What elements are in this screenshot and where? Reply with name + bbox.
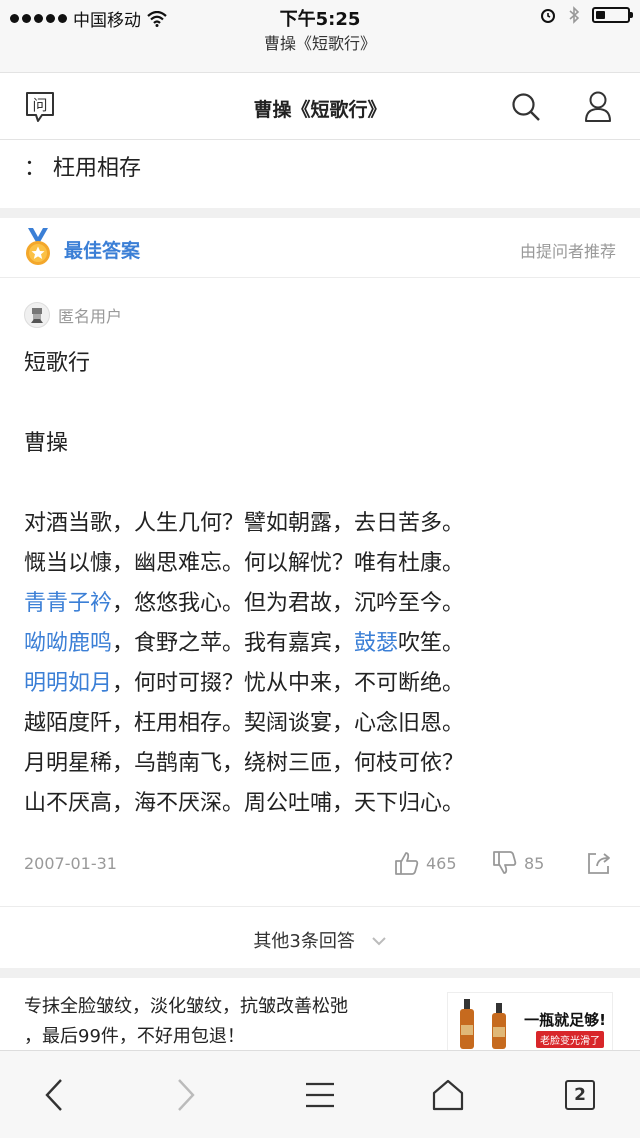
recommended-label: 由提问者推荐 <box>519 242 616 261</box>
thumbs-up-icon <box>395 852 419 875</box>
dislike-button[interactable]: 85 <box>492 850 544 876</box>
share-button[interactable] <box>586 850 612 876</box>
question-excerpt: ： 枉用相存 <box>24 156 141 181</box>
keyword-link[interactable]: 呦呦鹿鸣 <box>24 631 112 656</box>
tab-count: 2 <box>565 1080 595 1110</box>
ad-text-line1: 专抹全脸皱纹，淡化皱纹，抗皱改善松弛 <box>24 996 348 1017</box>
battery-icon <box>592 7 633 23</box>
poem-text: 吹笙。 <box>398 631 465 656</box>
poem-text: 越陌度阡，枉用相存。契阔谈宴，心念旧恩。 <box>24 711 465 736</box>
dislike-count: 85 <box>524 853 545 873</box>
poem-text: 慨当以慷，幽思难忘。何以解忧？唯有杜康。 <box>24 551 465 576</box>
ad-image[interactable]: 一瓶就足够! 老脸变光滑了 <box>447 992 613 1052</box>
user-name: 匿名用户 <box>58 307 123 326</box>
other-answers-label: 其他3条回答 <box>253 931 355 952</box>
search-icon[interactable] <box>506 87 546 127</box>
browser-toolbar: 2 <box>0 1050 640 1138</box>
section-divider <box>0 208 640 218</box>
poem-line: 越陌度阡，枉用相存。契阔谈宴，心念旧恩。 <box>24 704 624 744</box>
keyword-link[interactable]: 鼓瑟 <box>354 631 398 656</box>
tabs-button[interactable]: 2 <box>558 1073 602 1117</box>
share-icon <box>588 853 610 874</box>
answer-title: 短歌行 <box>24 351 91 376</box>
ad-text-line2: ，最后99件，不好用包退！ <box>24 1026 245 1047</box>
like-button[interactable]: 465 <box>394 850 457 876</box>
answer-date: 2007-01-31 <box>24 854 117 873</box>
poem-text: ，悠悠我心。但为君故，沉吟至今。 <box>112 591 465 616</box>
forward-icon[interactable] <box>164 1073 208 1117</box>
thumbs-down-icon <box>493 851 517 874</box>
url-title: 曹操《短歌行》 <box>263 34 376 53</box>
alarm-icon <box>541 9 555 23</box>
bluetooth-icon <box>569 6 580 24</box>
home-icon[interactable] <box>426 1073 470 1117</box>
answer-body: 短歌行 曹操 对酒当歌，人生几何？譬如朝露，去日苦多。 慨当以慷，幽思难忘。何以解… <box>24 344 624 824</box>
answer-meta: 2007-01-31 465 85 <box>24 850 616 880</box>
poem-line: 月明星稀，乌鹊南飞，绕树三匝，何枝可依？ <box>24 744 624 784</box>
poem-text: 对酒当歌，人生几何？譬如朝露，去日苦多。 <box>24 511 465 536</box>
poem-line: 青青子衿，悠悠我心。但为君故，沉吟至今。 <box>24 584 624 624</box>
status-bar: 中国移动 下午5:25 <box>0 0 640 34</box>
poem: 对酒当歌，人生几何？譬如朝露，去日苦多。 慨当以慷，幽思难忘。何以解忧？唯有杜康。… <box>24 504 624 824</box>
poem-line: 慨当以慷，幽思难忘。何以解忧？唯有杜康。 <box>24 544 624 584</box>
user-icon[interactable] <box>578 87 618 127</box>
poem-line: 明明如月，何时可掇？忧从中来，不可断绝。 <box>24 664 624 704</box>
answer-user: 匿名用户 <box>24 302 122 328</box>
ad-image-sub: 老脸变光滑了 <box>536 1031 604 1048</box>
ad-banner[interactable]: 专抹全脸皱纹，淡化皱纹，抗皱改善松弛 ，最后99件，不好用包退！ 一瓶就足够! … <box>0 978 640 1054</box>
keyword-link[interactable]: 青青子衿 <box>24 591 112 616</box>
menu-icon[interactable] <box>298 1073 342 1117</box>
ad-text: 专抹全脸皱纹，淡化皱纹，抗皱改善松弛 ，最后99件，不好用包退！ <box>24 992 424 1052</box>
like-count: 465 <box>426 853 457 873</box>
chevron-down-icon <box>371 937 386 946</box>
best-answer-label: 最佳答案 <box>64 240 141 262</box>
bottle-icon <box>460 999 506 1049</box>
poem-text: ，何时可掇？忧从中来，不可断绝。 <box>112 671 465 696</box>
medal-icon <box>22 228 54 272</box>
back-icon[interactable] <box>32 1073 76 1117</box>
poem-line: 山不厌高，海不厌深。周公吐哺，天下归心。 <box>24 784 624 824</box>
avatar <box>24 302 50 328</box>
poem-line: 呦呦鹿鸣，食野之苹。我有嘉宾，鼓瑟吹笙。 <box>24 624 624 664</box>
url-bar[interactable]: 曹操《短歌行》 <box>0 34 640 72</box>
app-header: 问 曹操《短歌行》 <box>0 72 640 140</box>
poem-line: 对酒当歌，人生几何？譬如朝露，去日苦多。 <box>24 504 624 544</box>
best-answer-header: 最佳答案 由提问者推荐 <box>0 218 640 278</box>
poem-text: ，食野之苹。我有嘉宾， <box>112 631 355 656</box>
section-divider <box>0 968 640 978</box>
poem-text: 山不厌高，海不厌深。周公吐哺，天下归心。 <box>24 791 465 816</box>
other-answers-button[interactable]: 其他3条回答 <box>0 906 640 968</box>
ad-image-slogan: 一瓶就足够! <box>524 1011 606 1029</box>
poem-text: 月明星稀，乌鹊南飞，绕树三匝，何枝可依？ <box>24 751 465 776</box>
keyword-link[interactable]: 明明如月 <box>24 671 112 696</box>
answer-author: 曹操 <box>24 431 69 456</box>
